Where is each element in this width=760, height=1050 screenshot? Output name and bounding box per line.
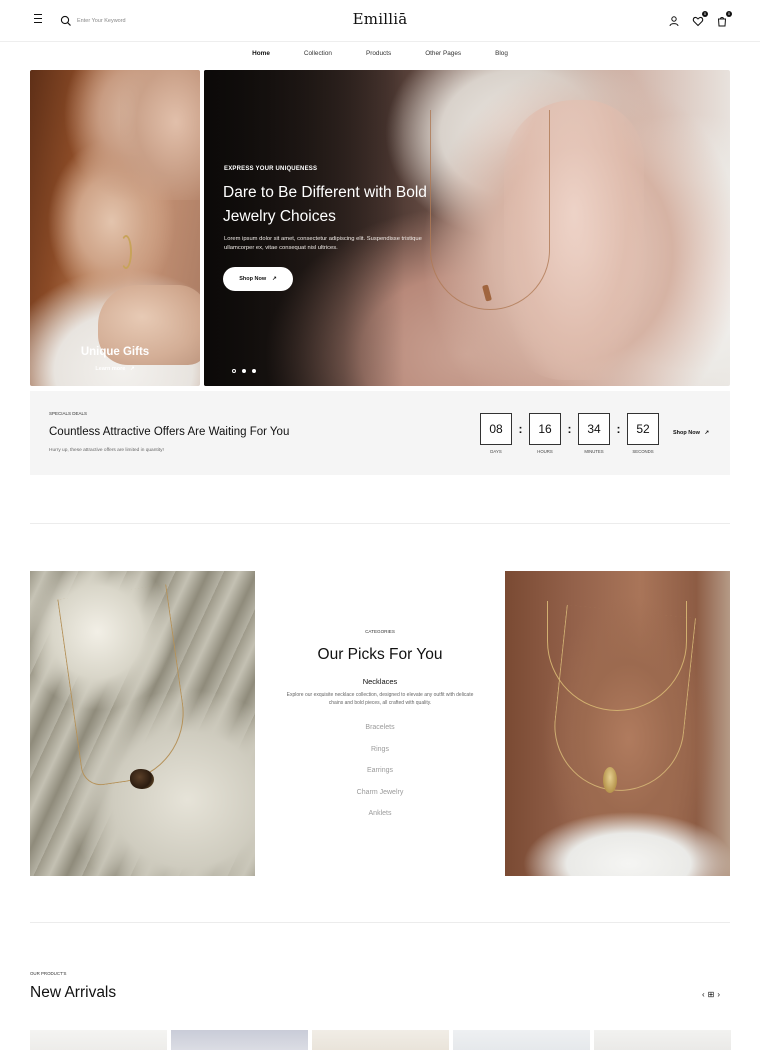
arrow-up-right-icon: ↗ <box>272 276 277 282</box>
product-card[interactable] <box>30 1030 167 1050</box>
categories-label: CATEGORIES <box>365 629 395 634</box>
timer-hours-value: 16 <box>529 413 561 445</box>
product-card[interactable] <box>594 1030 731 1050</box>
category-bracelets[interactable]: Bracelets <box>280 717 480 739</box>
nav-item-collection[interactable]: Collection <box>298 48 338 59</box>
gold-chain-image <box>57 584 193 788</box>
timer-minutes: 34 MINUTES <box>578 413 610 454</box>
deals-label: SPECIALS DEALS <box>49 411 88 416</box>
timer-seconds-label: SECONDS <box>632 449 654 454</box>
main-nav: Home Collection Products Other Pages Blo… <box>0 48 760 59</box>
category-rings[interactable]: Rings <box>280 739 480 761</box>
shop-now-label: Shop Now <box>239 276 267 282</box>
site-header: Emilliā 0 0 <box>0 0 760 42</box>
wishlist-icon[interactable]: 0 <box>692 11 708 27</box>
hero-title: Dare to Be Different with Bold Jewelry C… <box>223 181 463 229</box>
slider-dot-3[interactable] <box>252 369 256 373</box>
learn-more-label: Learn more <box>95 366 126 372</box>
category-charm-jewelry[interactable]: Charm Jewelry <box>280 782 480 804</box>
necklace-on-fabric-image[interactable] <box>30 571 255 876</box>
hero-title-line-2: Jewelry Choices <box>223 208 336 225</box>
picks-title: Our Picks For You <box>317 646 443 663</box>
timer-separator: : <box>616 422 621 436</box>
special-deals-banner: SPECIALS DEALS Countless Attractive Offe… <box>30 391 730 475</box>
arrow-up-right-icon: ↗ <box>129 366 135 372</box>
user-icon[interactable] <box>668 14 680 27</box>
new-arrivals-title: New Arrivals <box>30 984 117 1001</box>
product-card[interactable] <box>171 1030 308 1050</box>
timer-seconds-value: 52 <box>627 413 659 445</box>
category-necklaces[interactable]: Necklaces <box>280 677 480 686</box>
chevron-left-icon[interactable]: ‹ <box>702 990 705 999</box>
categories-panel: CATEGORIES Our Picks For You Necklaces E… <box>280 629 480 825</box>
grid-icon[interactable]: ⊞ <box>708 990 715 999</box>
hero-title-line-1: Dare to Be Different with Bold <box>223 184 427 201</box>
timer-minutes-value: 34 <box>578 413 610 445</box>
pendant-image <box>130 769 154 789</box>
product-card[interactable] <box>312 1030 449 1050</box>
model-face-image <box>120 70 200 200</box>
header-actions: 0 0 <box>668 11 732 27</box>
shop-now-label: Shop Now <box>673 430 700 436</box>
cart-count-badge: 0 <box>726 11 732 17</box>
section-divider <box>30 922 730 923</box>
timer-separator: : <box>518 422 523 436</box>
layered-necklace-model-image[interactable] <box>505 571 730 876</box>
wishlist-count-badge: 0 <box>702 11 708 17</box>
product-carousel <box>30 1030 731 1050</box>
nav-item-home[interactable]: Home <box>246 48 276 59</box>
promo-title: Unique Gifts <box>80 346 150 358</box>
hero-eyebrow: EXPRESS YOUR UNIQUENESS <box>224 166 318 172</box>
category-list: Bracelets Rings Earrings Charm Jewelry A… <box>280 717 480 825</box>
long-chain-image <box>547 604 697 798</box>
timer-days-value: 08 <box>480 413 512 445</box>
timer-hours: 16 HOURS <box>529 413 561 454</box>
slider-pagination <box>232 369 256 373</box>
carousel-controls: ‹ ⊞ › <box>702 990 720 999</box>
timer-days: 08 DAYS <box>480 413 512 454</box>
countdown-timer: 08 DAYS : 16 HOURS : 34 MINUTES : 52 SEC… <box>480 413 659 454</box>
unique-gifts-banner[interactable]: Unique Gifts Learn more ↗ <box>30 70 200 386</box>
product-card[interactable] <box>453 1030 590 1050</box>
hoop-earring-image <box>120 235 132 269</box>
cart-icon[interactable]: 0 <box>716 11 732 27</box>
hero-slider: EXPRESS YOUR UNIQUENESS Dare to Be Diffe… <box>204 70 730 386</box>
deals-shop-now-link[interactable]: Shop Now ↗ <box>673 430 709 436</box>
slider-dot-1[interactable] <box>232 369 236 373</box>
nav-item-other-pages[interactable]: Other Pages <box>419 48 467 59</box>
category-earrings[interactable]: Earrings <box>280 760 480 782</box>
chevron-right-icon[interactable]: › <box>717 990 720 999</box>
hero-shop-now-button[interactable]: Shop Now ↗ <box>223 267 293 291</box>
timer-days-label: DAYS <box>490 449 502 454</box>
deals-title: Countless Attractive Offers Are Waiting … <box>49 426 290 438</box>
learn-more-link[interactable]: Learn more ↗ <box>30 366 200 372</box>
nav-item-blog[interactable]: Blog <box>489 48 514 59</box>
timer-hours-label: HOURS <box>537 449 553 454</box>
category-description: Explore our exquisite necklace collectio… <box>286 692 474 706</box>
deals-subtitle: Hurry up, these attractive offers are li… <box>49 448 164 453</box>
category-anklets[interactable]: Anklets <box>280 803 480 825</box>
slider-dot-2[interactable] <box>242 369 246 373</box>
nav-item-products[interactable]: Products <box>360 48 397 59</box>
timer-seconds: 52 SECONDS <box>627 413 659 454</box>
timer-minutes-label: MINUTES <box>584 449 604 454</box>
site-logo[interactable]: Emilliā <box>0 10 760 28</box>
arrow-up-right-icon: ↗ <box>704 430 710 436</box>
new-arrivals-label: OUR PRODUCT'S <box>30 971 67 976</box>
medallion-pendant-image <box>603 767 617 793</box>
section-divider <box>30 523 730 524</box>
timer-separator: : <box>567 422 572 436</box>
hero-description: Lorem ipsum dolor sit amet, consectetur … <box>224 236 422 251</box>
